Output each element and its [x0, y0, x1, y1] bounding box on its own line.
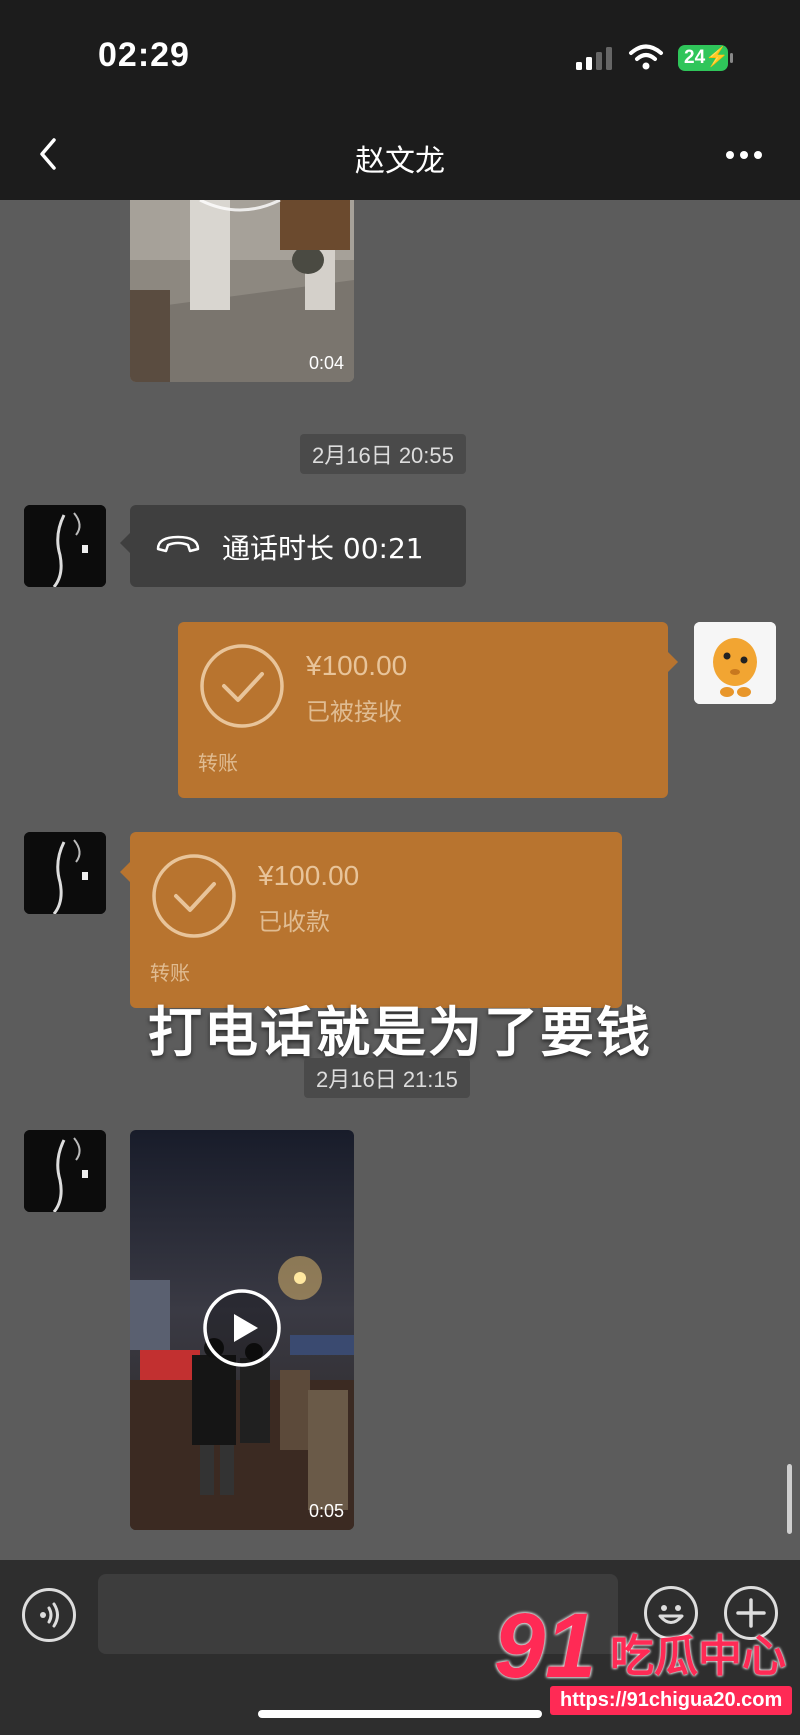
transfer-amount: ¥100.00: [258, 860, 360, 891]
voice-input-button[interactable]: [22, 1588, 76, 1642]
video-duration: 0:05: [308, 1501, 344, 1521]
contact-avatar[interactable]: [24, 1130, 106, 1212]
scrollbar[interactable]: [787, 1464, 792, 1534]
timestamp-label: 2月16日 20:55: [300, 434, 466, 474]
transfer-received[interactable]: ¥100.00 已收款 转账: [120, 832, 622, 1008]
transfer-type-label: 转账: [198, 751, 238, 775]
call-duration-text: 通话时长 00:21: [222, 532, 424, 565]
phone-icon: [156, 535, 200, 553]
status-bar: 02:29 24⚡: [0, 0, 800, 110]
transfer-status: 已收款: [258, 908, 330, 936]
overlay-caption: 打电话就是为了要钱: [148, 1001, 652, 1064]
transfer-type-label: 转账: [150, 961, 190, 985]
cellular-signal-icon: [576, 47, 612, 70]
watermark-number: 91: [494, 1595, 597, 1697]
charging-icon: ⚡: [705, 47, 729, 68]
watermark-url: https://91chigua20.com: [550, 1686, 793, 1715]
more-icon[interactable]: [722, 140, 766, 170]
play-icon[interactable]: [202, 1288, 282, 1368]
call-message[interactable]: 通话时长 00:21: [120, 505, 466, 587]
contact-avatar[interactable]: [24, 832, 106, 914]
transfer-sent[interactable]: ¥100.00 已被接收 转账: [178, 622, 678, 798]
status-time: 02:29: [98, 36, 190, 74]
video-message[interactable]: 0:05: [130, 1130, 354, 1530]
video-message[interactable]: 0:04: [130, 200, 354, 382]
wifi-icon: [629, 44, 663, 70]
avatar-image: [24, 832, 106, 914]
transfer-amount: ¥100.00: [306, 650, 408, 681]
battery-level: 24: [684, 47, 706, 68]
battery-indicator: 24⚡: [678, 45, 733, 71]
timestamp-label: 2月16日 21:15: [304, 1058, 470, 1098]
watermark-name: 吃瓜中心: [610, 1631, 786, 1682]
check-circle-icon: [200, 644, 284, 728]
nav-bar: 赵文龙: [0, 110, 800, 200]
watermark-logo: 91 吃瓜中心 https://91chigua20.com: [490, 1595, 793, 1725]
chat-title: 赵文龙: [355, 144, 445, 179]
avatar-image: [24, 505, 106, 587]
chat-area[interactable]: 0:04 2月16日 20:55 通话时长 00:21 ¥100.00 已被接收…: [0, 200, 800, 1560]
user-avatar[interactable]: [694, 622, 776, 704]
avatar-image: [694, 622, 776, 704]
check-circle-icon: [152, 854, 236, 938]
transfer-status: 已被接收: [306, 698, 402, 726]
voice-icon: [40, 1602, 59, 1628]
video-duration: 0:04: [308, 353, 344, 373]
avatar-image: [24, 1130, 106, 1212]
contact-avatar[interactable]: [24, 505, 106, 587]
